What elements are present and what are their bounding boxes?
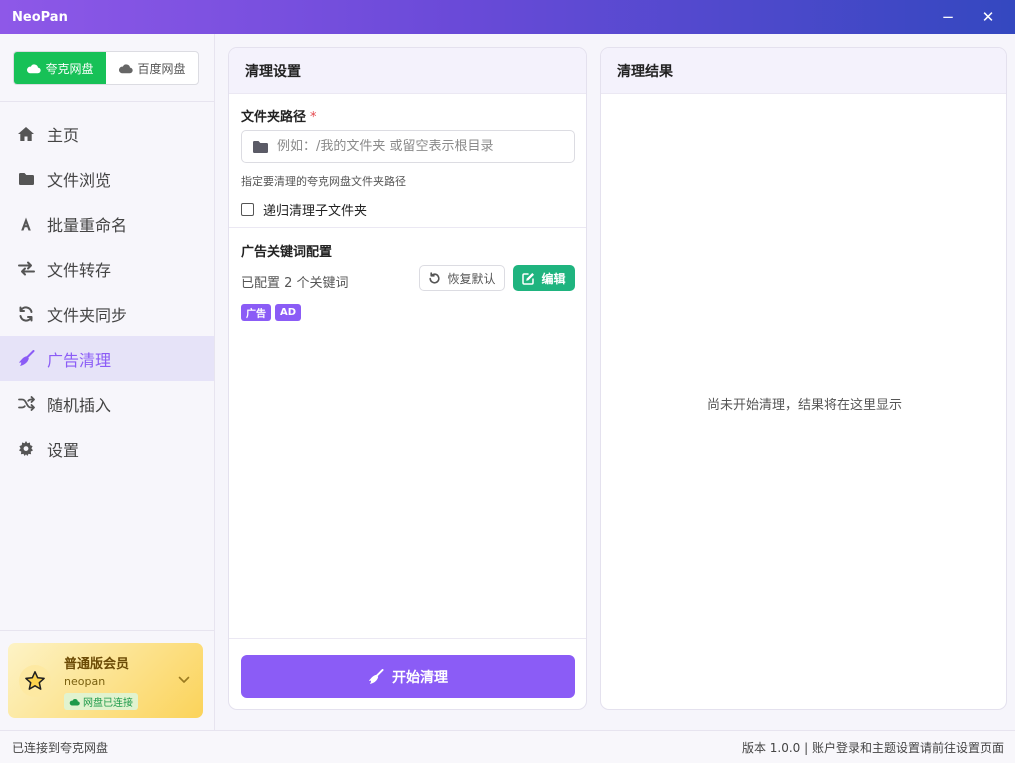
chevron-down-icon: [178, 673, 190, 688]
provider-baidu-label: 百度网盘: [137, 61, 186, 76]
settings-panel-header: 清理设置: [229, 48, 586, 94]
section-divider: [229, 227, 586, 228]
sidebar-item-random-insert[interactable]: 随机插入: [0, 381, 214, 426]
folder-path-hint: 指定要清理的夸克网盘文件夹路径: [241, 175, 406, 188]
gear-icon: [16, 439, 36, 459]
sidebar-item-batch-rename[interactable]: 批量重命名: [0, 201, 214, 246]
folder-icon: [16, 169, 36, 189]
connection-badge: 网盘已连接: [64, 693, 138, 710]
member-card[interactable]: 普通版会员 neopan 网盘已连接: [8, 643, 203, 718]
keyword-tag: 广告: [241, 304, 271, 321]
cloud-icon: [69, 698, 80, 705]
folder-path-label-text: 文件夹路径: [241, 110, 307, 125]
sidebar-item-home[interactable]: 主页: [0, 111, 214, 156]
sidebar-item-label: 随机插入: [47, 395, 112, 415]
footer-divider: [229, 638, 586, 639]
start-clean-button[interactable]: 开始清理: [241, 655, 575, 698]
sidebar-item-folder-sync[interactable]: 文件夹同步: [0, 291, 214, 336]
folder-path-field[interactable]: [241, 130, 575, 163]
folder-path-label: 文件夹路径 *: [241, 106, 317, 125]
transfer-icon: [16, 259, 36, 279]
sidebar-item-settings[interactable]: 设置: [0, 426, 214, 471]
undo-icon: [429, 271, 441, 284]
results-panel-title: 清理结果: [617, 63, 673, 80]
connection-status: 已连接到夸克网盘: [12, 740, 109, 755]
member-title: 普通版会员: [64, 657, 130, 672]
star-icon: [19, 665, 51, 697]
title-bar: NeoPan − ✕: [0, 0, 1015, 34]
provider-quark-button[interactable]: 夸克网盘: [14, 52, 106, 84]
sidebar-nav: 主页 文件浏览 批量重命名 文件转存 文件夹同步 广告清理 随机插入 设置: [0, 111, 214, 471]
reset-default-label: 恢复默认: [447, 271, 496, 286]
sidebar-item-label: 广告清理: [47, 350, 112, 370]
recursive-option[interactable]: 递归清理子文件夹: [241, 200, 367, 219]
keywords-title: 广告关键词配置: [241, 245, 333, 260]
font-icon: [16, 214, 36, 234]
broom-icon: [16, 349, 36, 369]
home-icon: [16, 124, 36, 144]
sync-icon: [16, 304, 36, 324]
keywords-count: 已配置 2 个关键词: [241, 276, 349, 291]
recursive-label: 递归清理子文件夹: [263, 204, 368, 219]
connection-badge-label: 网盘已连接: [83, 698, 133, 709]
minimize-icon: −: [941, 8, 955, 26]
start-clean-label: 开始清理: [392, 669, 448, 686]
folder-path-input[interactable]: [277, 139, 557, 154]
required-mark: *: [310, 110, 317, 125]
keyword-tags: 广告 AD: [241, 304, 305, 321]
provider-baidu-button[interactable]: 百度网盘: [106, 52, 198, 84]
sidebar-item-file-transfer[interactable]: 文件转存: [0, 246, 214, 291]
minimize-button[interactable]: −: [928, 0, 968, 34]
app-title: NeoPan: [12, 9, 68, 25]
sidebar-item-label: 文件转存: [47, 260, 112, 280]
provider-quark-label: 夸克网盘: [45, 61, 94, 76]
sidebar: 夸克网盘 百度网盘 主页 文件浏览 批量重命名 文件转存 文件夹同步 广告清理 …: [0, 34, 215, 730]
sidebar-item-ad-clean[interactable]: 广告清理: [0, 336, 214, 381]
sidebar-divider: [0, 101, 214, 102]
edit-keywords-button[interactable]: 编辑: [513, 265, 575, 291]
keyword-tag: AD: [275, 304, 302, 321]
member-divider: [0, 630, 214, 631]
status-bar: 已连接到夸克网盘 版本 1.0.0 | 账户登录和主题设置请前往设置页面: [0, 730, 1015, 763]
sidebar-item-label: 文件浏览: [47, 170, 112, 190]
close-icon: ✕: [981, 8, 995, 26]
close-button[interactable]: ✕: [968, 0, 1008, 34]
cloud-icon: [27, 63, 42, 73]
edit-icon: [522, 272, 535, 285]
results-empty-message: 尚未开始清理，结果将在这里显示: [706, 398, 902, 413]
reset-default-button[interactable]: 恢复默认: [419, 265, 505, 291]
version-info: 版本 1.0.0 | 账户登录和主题设置请前往设置页面: [741, 740, 1004, 755]
sidebar-item-label: 文件夹同步: [47, 305, 128, 325]
sidebar-item-label: 批量重命名: [47, 215, 128, 235]
settings-panel: 清理设置 文件夹路径* 指定要清理的夸克网盘文件夹路径 递归清理子文件夹 广告关…: [228, 47, 587, 710]
member-username: neopan: [64, 675, 106, 688]
sidebar-item-label: 主页: [47, 125, 80, 145]
cloud-icon: [119, 63, 134, 73]
settings-panel-title: 清理设置: [245, 63, 301, 80]
results-panel-header: 清理结果: [601, 48, 1006, 94]
sidebar-item-label: 设置: [47, 440, 80, 460]
broom-icon: [368, 668, 384, 684]
edit-keywords-label: 编辑: [541, 271, 566, 286]
results-panel: 清理结果 尚未开始清理，结果将在这里显示: [600, 47, 1007, 710]
folder-icon: [253, 140, 268, 153]
provider-toggle: 夸克网盘 百度网盘: [13, 51, 199, 85]
recursive-checkbox[interactable]: [241, 203, 254, 216]
sidebar-item-file-browse[interactable]: 文件浏览: [0, 156, 214, 201]
shuffle-icon: [16, 394, 36, 414]
